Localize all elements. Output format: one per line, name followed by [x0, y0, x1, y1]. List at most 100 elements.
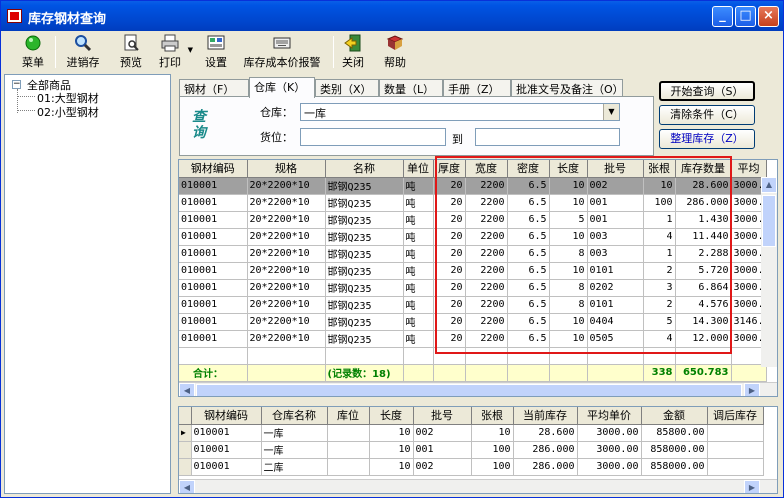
settings-button[interactable]: 设置 — [201, 34, 231, 70]
window-title: 库存钢材查询 — [28, 12, 107, 27]
tab-quantity[interactable]: 数量（L） — [379, 79, 443, 97]
table-cell — [707, 458, 764, 476]
app-icon — [7, 9, 22, 23]
table-cell: 吨 — [403, 228, 434, 246]
title-bar[interactable]: 库存钢材查询 _ □ × — [1, 1, 783, 31]
settings-icon — [207, 35, 225, 50]
scroll-right-arrow[interactable]: ▶ — [744, 383, 760, 396]
warehouse-label: 仓库： — [260, 106, 293, 119]
row-indicator-header — [179, 407, 192, 425]
column-header[interactable]: 库位 — [327, 407, 370, 425]
exit-button[interactable]: 关闭 — [339, 34, 367, 70]
column-header[interactable]: 仓库名称 — [261, 407, 328, 425]
total-quantity: 650.783 — [675, 364, 732, 382]
chevron-down-icon[interactable]: ▼ — [603, 104, 619, 120]
table-row[interactable]: 010001 二库 10 002 100 286.000 3000.00 858000.00 — [179, 458, 764, 476]
tree-node-small-steel[interactable]: 02:小型钢材 — [37, 104, 99, 120]
column-header[interactable]: 单位 — [403, 160, 434, 178]
exit-icon — [344, 34, 361, 52]
cost-alarm-button[interactable]: 库存成本价报警 — [237, 34, 327, 70]
table-cell: 010001 — [179, 330, 248, 348]
table-cell: 010001 — [179, 194, 248, 212]
table-cell: 010001 — [179, 296, 248, 314]
scroll-left-arrow[interactable]: ◀ — [179, 383, 195, 396]
column-header[interactable]: 平均 — [731, 160, 767, 178]
table-cell: 20*2200*10 — [247, 177, 326, 195]
tab-warehouse[interactable]: 仓库（K） — [249, 77, 315, 98]
column-header[interactable]: 当前库存 — [513, 407, 578, 425]
table-cell: 邯钢Q235 — [325, 296, 404, 314]
scroll-up-arrow[interactable]: ▲ — [761, 177, 777, 193]
location-from-input[interactable] — [300, 128, 446, 146]
menu-button[interactable]: 菜单 — [17, 34, 49, 70]
warehouse-tab-panel: 查询 仓库： 一库 ▼ 货位： 到 — [179, 96, 654, 156]
scroll-thumb[interactable] — [762, 195, 776, 247]
table-cell: 邯钢Q235 — [325, 211, 404, 229]
table-cell: 20*2200*10 — [247, 330, 326, 348]
table-cell: 邯钢Q235 — [325, 177, 404, 195]
column-header[interactable]: 张根 — [471, 407, 514, 425]
detail-table: 钢材编码 仓库名称 库位 长度 批号 张根 当前库存 平均单价 金额 调后库存 ▶ 010001 一库… — [179, 407, 764, 476]
tree-connector — [18, 96, 35, 97]
table-cell: 二库 — [261, 458, 328, 476]
detail-horizontal-scrollbar[interactable]: ◀ ▶ — [179, 479, 777, 493]
table-cell — [403, 347, 434, 365]
table-cell: 85800.00 — [641, 424, 708, 442]
column-header[interactable]: 批号 — [413, 407, 472, 425]
table-cell — [327, 424, 370, 442]
column-header[interactable]: 规格 — [247, 160, 326, 178]
query-side-label: 查询 — [192, 109, 206, 141]
column-header[interactable]: 钢材编码 — [179, 160, 248, 178]
total-sheets: 338 — [643, 364, 676, 382]
tab-approval-notes[interactable]: 批准文号及备注（O） — [511, 79, 624, 97]
scroll-left-arrow[interactable]: ◀ — [179, 480, 195, 493]
table-cell — [247, 347, 326, 365]
table-cell: 010001 — [191, 424, 262, 442]
inventory-flow-button[interactable]: 进销存 — [61, 34, 105, 70]
print-button[interactable]: 打印 ▼ — [153, 34, 193, 70]
minimize-button[interactable]: _ — [712, 6, 733, 27]
clear-conditions-button[interactable]: 清除条件（C） — [659, 105, 755, 125]
scroll-right-arrow[interactable]: ▶ — [744, 480, 760, 493]
table-row[interactable]: ▶ 010001 一库 10 002 10 28.600 3000.00 85800.00 — [179, 424, 764, 442]
help-book-icon — [386, 35, 404, 50]
help-button[interactable]: 帮助 — [381, 34, 409, 70]
column-header[interactable]: 钢材编码 — [191, 407, 262, 425]
column-header[interactable]: 金额 — [641, 407, 708, 425]
column-header[interactable]: 平均单价 — [577, 407, 642, 425]
print-dropdown-arrow[interactable]: ▼ — [188, 46, 193, 54]
table-cell: 10 — [369, 441, 414, 459]
table-cell: 010001 — [179, 245, 248, 263]
table-cell: 一库 — [261, 424, 328, 442]
start-search-button[interactable]: 开始查询（S） — [659, 81, 755, 101]
maximize-button[interactable]: □ — [735, 6, 756, 27]
column-header[interactable]: 名称 — [325, 160, 404, 178]
table-cell: 010001 — [179, 279, 248, 297]
scroll-thumb[interactable] — [196, 384, 742, 396]
location-to-input[interactable] — [475, 128, 620, 146]
query-panel: 钢材（F） 仓库（K） 类别（X） 数量（L） 手册（Z） 批准文号及备注（O）… — [175, 74, 781, 494]
tab-category[interactable]: 类别（X） — [315, 79, 379, 97]
close-button[interactable]: × — [758, 6, 779, 27]
table-cell: 吨 — [403, 194, 434, 212]
table-cell: 010001 — [179, 313, 248, 331]
tree-collapse-toggle[interactable]: − — [12, 80, 21, 89]
table-cell: 10 — [471, 424, 514, 442]
table-cell — [327, 441, 370, 459]
vertical-scrollbar[interactable]: ▲ — [761, 177, 777, 367]
column-header[interactable]: 调后库存 — [707, 407, 764, 425]
tab-steel[interactable]: 钢材（F） — [179, 79, 249, 97]
summary-cell — [549, 364, 588, 382]
horizontal-scrollbar[interactable]: ◀ ▶ — [179, 382, 777, 396]
tab-manual[interactable]: 手册（Z） — [443, 79, 511, 97]
table-cell: 010001 — [179, 177, 248, 195]
table-cell — [707, 441, 764, 459]
preview-button[interactable]: 预览 — [117, 34, 145, 70]
table-row[interactable]: 010001 一库 10 001 100 286.000 3000.00 858000.00 — [179, 441, 764, 459]
tidy-inventory-button[interactable]: 整理库存（Z） — [659, 129, 755, 149]
table-cell: 010001 — [191, 441, 262, 459]
table-cell: 吨 — [403, 279, 434, 297]
warehouse-select[interactable]: 一库 ▼ — [300, 103, 620, 121]
column-header[interactable]: 长度 — [369, 407, 414, 425]
table-cell: 邯钢Q235 — [325, 228, 404, 246]
